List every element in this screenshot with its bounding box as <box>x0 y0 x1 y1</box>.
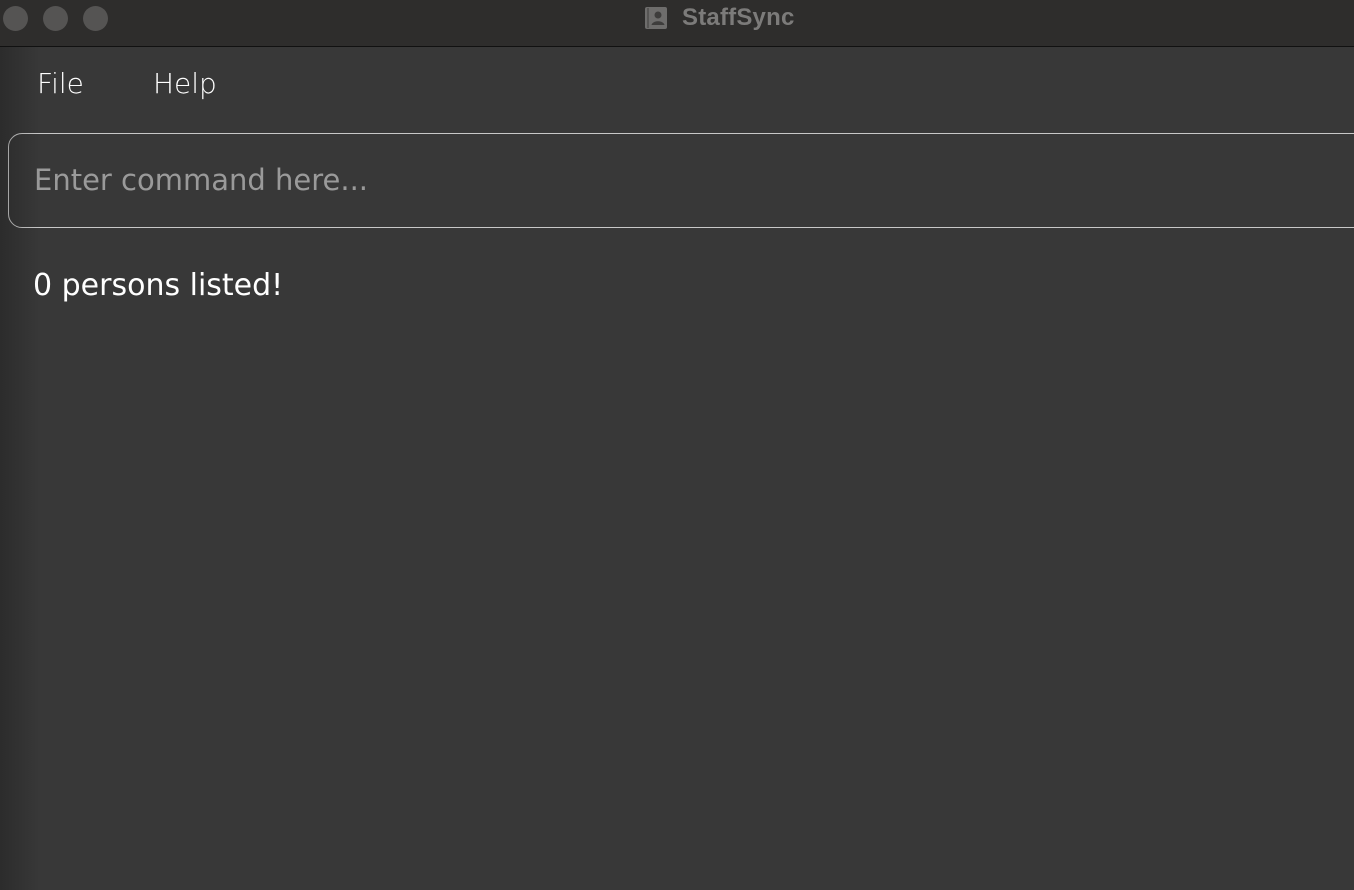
zoom-window-button[interactable] <box>83 6 108 31</box>
menu-help[interactable]: Help <box>153 67 217 100</box>
contact-book-icon <box>644 6 668 30</box>
window-title-group: StaffSync <box>644 3 795 33</box>
title-bar: StaffSync <box>0 0 1354 47</box>
app-window: StaffSync File Help 0 persons listed! <box>0 0 1354 890</box>
menu-bar: File Help <box>0 47 1354 125</box>
window-title: StaffSync <box>682 4 795 31</box>
menu-file[interactable]: File <box>37 67 84 100</box>
command-box[interactable] <box>8 133 1354 228</box>
result-message: 0 persons listed! <box>33 268 284 303</box>
minimize-window-button[interactable] <box>43 6 68 31</box>
close-window-button[interactable] <box>3 6 28 31</box>
command-input[interactable] <box>34 134 1334 226</box>
